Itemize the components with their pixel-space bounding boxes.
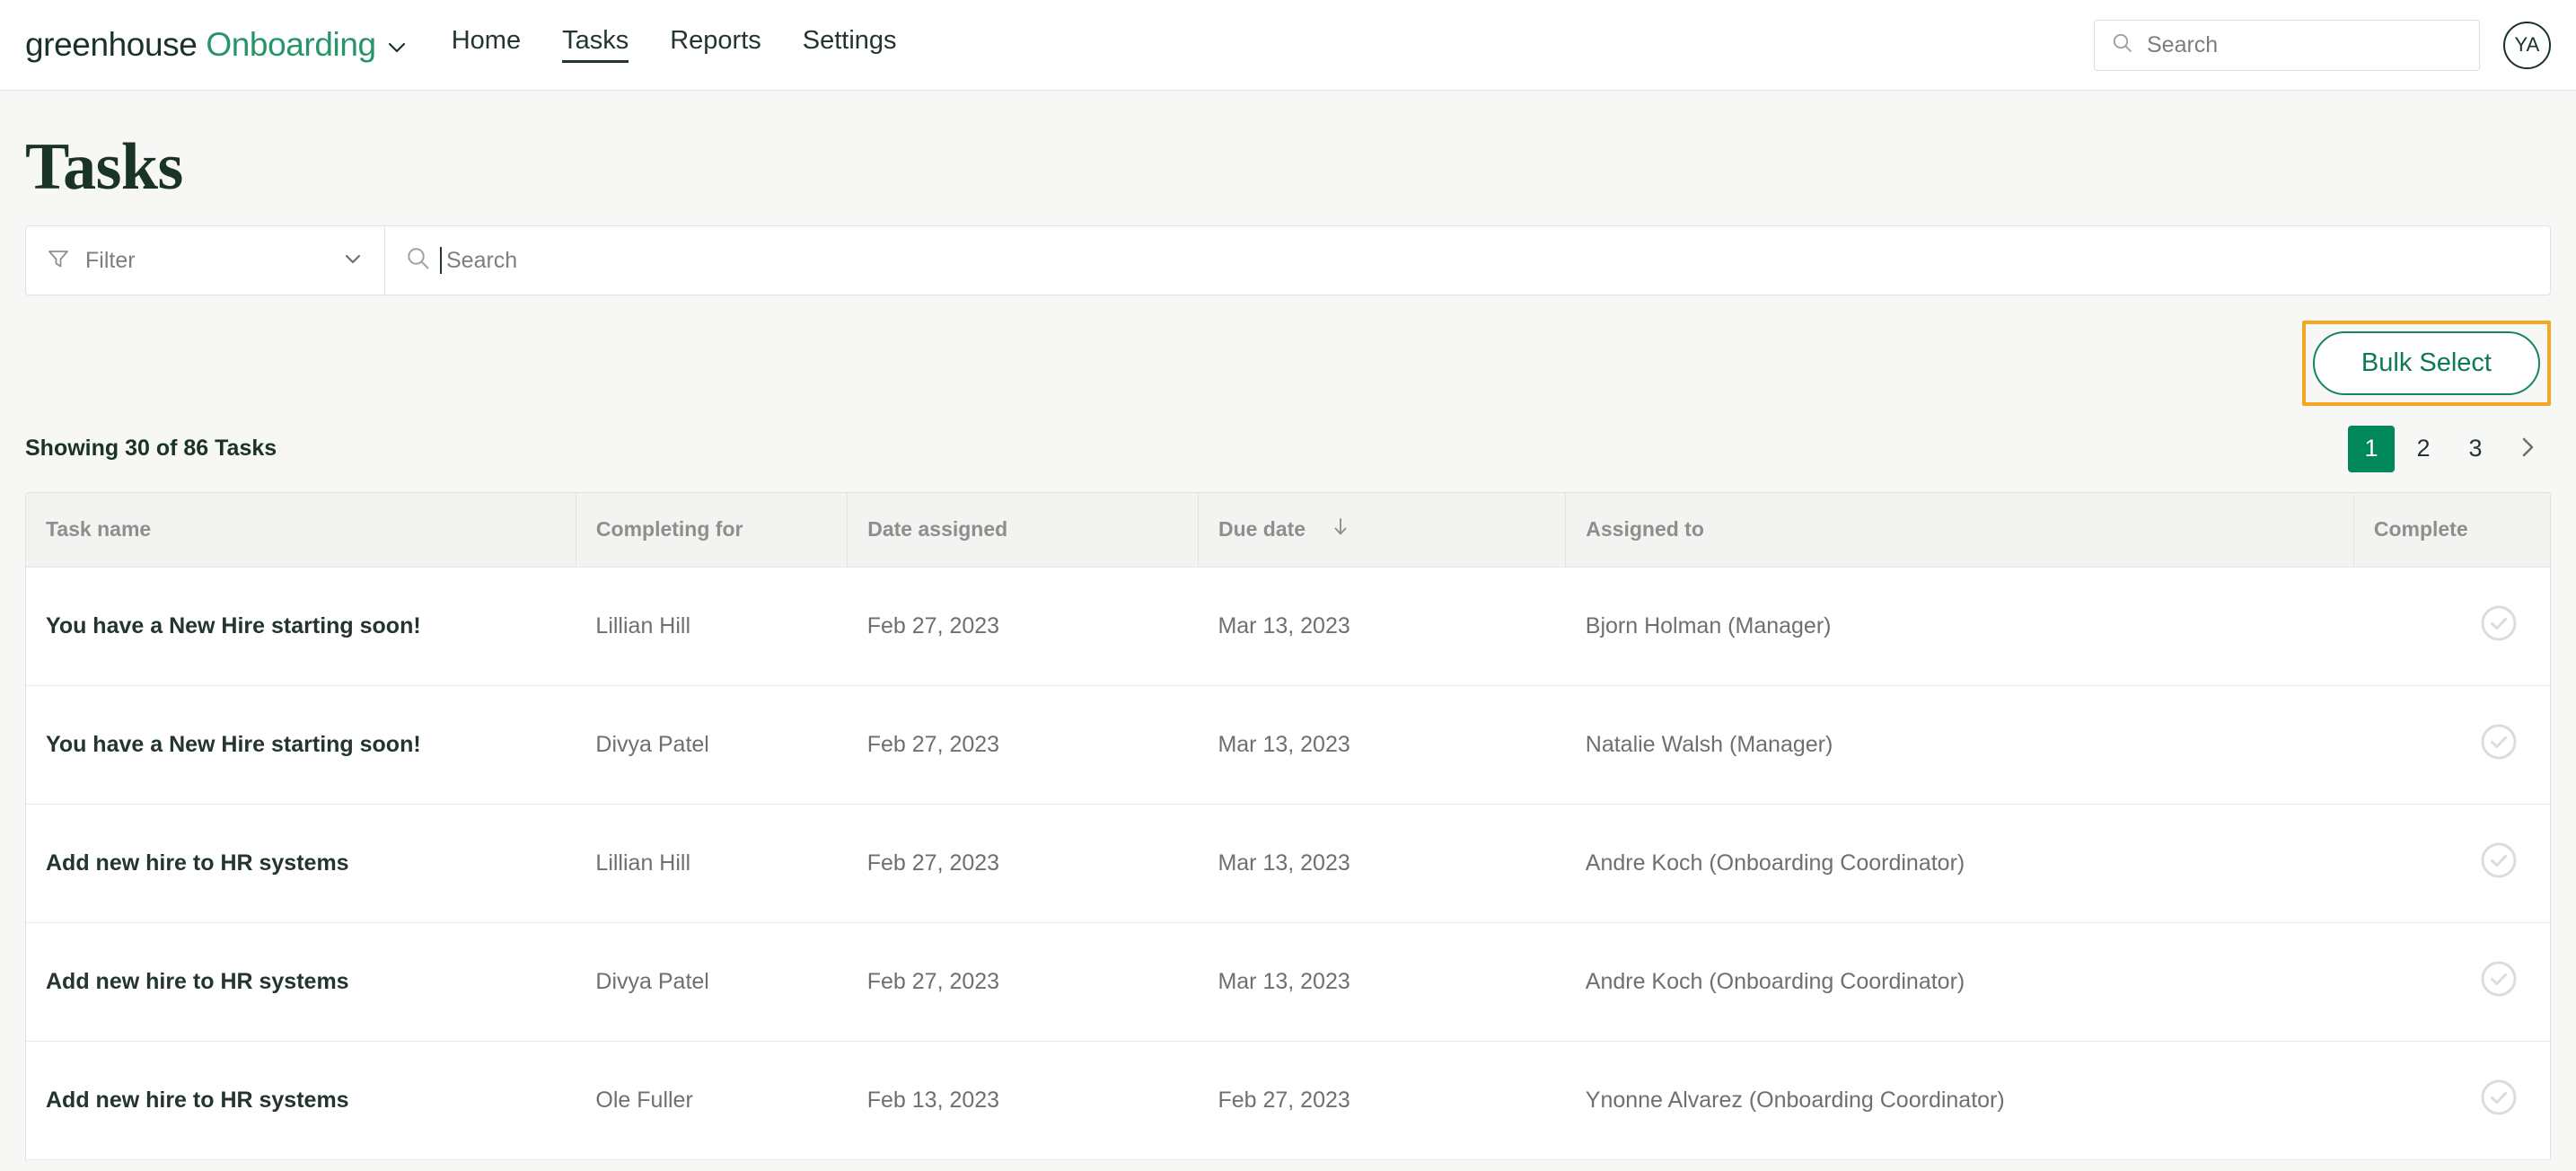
results-count-label: Showing 30 of 86 Tasks	[25, 436, 277, 462]
column-header-assigned-to-label: Assigned to	[1586, 517, 1704, 541]
nav-link-tasks[interactable]: Tasks	[562, 28, 629, 63]
page-title: Tasks	[25, 91, 2551, 225]
cell-task-name: You have a New Hire starting soon!	[26, 685, 576, 804]
cell-completing-for: Divya Patel	[576, 922, 847, 1041]
cell-completing-for: Lillian Hill	[576, 804, 847, 922]
cell-task-name: Add new hire to HR systems	[26, 922, 576, 1041]
nav-link-home[interactable]: Home	[452, 28, 521, 63]
cell-date-assigned: Feb 13, 2023	[848, 1041, 1199, 1159]
chevron-right-icon	[2515, 435, 2540, 462]
pagination: 1 2 3	[2348, 426, 2551, 472]
cell-completing-for: Lillian Hill	[576, 567, 847, 685]
column-header-assigned-to[interactable]: Assigned to	[1566, 493, 2354, 568]
global-search-input[interactable]: Search	[2094, 20, 2480, 71]
cell-completing-for: Ole Fuller	[576, 1041, 847, 1159]
tasks-table-container: Task name Completing for Date assigned D…	[25, 492, 2551, 1160]
task-search-placeholder: Search	[446, 248, 517, 274]
brand-name-accent: Onboarding	[206, 26, 375, 63]
cell-task-name: Add new hire to HR systems	[26, 804, 576, 922]
chevron-down-icon[interactable]	[385, 36, 409, 59]
filter-dropdown[interactable]: Filter	[26, 226, 385, 295]
cell-assigned-to: Ynonne Alvarez (Onboarding Coordinator)	[1566, 1041, 2354, 1159]
cell-complete	[2353, 567, 2550, 685]
filter-icon	[46, 246, 71, 276]
table-row[interactable]: Add new hire to HR systems Ole Fuller Fe…	[26, 1041, 2550, 1159]
table-row[interactable]: You have a New Hire starting soon! Lilli…	[26, 567, 2550, 685]
filter-label: Filter	[85, 248, 327, 274]
table-header-row: Task name Completing for Date assigned D…	[26, 493, 2550, 568]
column-header-task-name-label: Task name	[46, 517, 151, 541]
filter-search-bar: Filter Search	[25, 225, 2551, 295]
nav-right-group: Search YA	[2094, 20, 2551, 71]
check-circle-icon[interactable]	[2480, 960, 2518, 1004]
cell-due-date: Mar 13, 2023	[1198, 804, 1565, 922]
primary-nav: Home Tasks Reports Settings	[452, 0, 897, 90]
task-search-placeholder-text: Search	[446, 248, 517, 273]
search-icon	[2111, 31, 2134, 59]
chevron-down-icon[interactable]	[341, 247, 365, 275]
tasks-table: Task name Completing for Date assigned D…	[26, 493, 2550, 1160]
cell-due-date: Feb 27, 2023	[1198, 1041, 1565, 1159]
cell-date-assigned: Feb 27, 2023	[848, 804, 1199, 922]
pagination-page-2[interactable]: 2	[2400, 426, 2447, 472]
arrow-down-icon	[1331, 516, 1350, 543]
task-search-input[interactable]: Search	[385, 226, 2550, 295]
text-cursor	[440, 247, 442, 274]
column-header-date-assigned-label: Date assigned	[867, 517, 1007, 541]
column-header-due-date-label: Due date	[1218, 517, 1306, 541]
bulk-select-row: Bulk Select	[25, 295, 2551, 406]
avatar-initials: YA	[2514, 33, 2539, 57]
column-header-complete-label: Complete	[2374, 517, 2468, 541]
brand-name-primary: greenhouse	[25, 26, 197, 63]
cell-task-name: Add new hire to HR systems	[26, 1041, 576, 1159]
results-meta-row: Showing 30 of 86 Tasks 1 2 3	[25, 406, 2551, 492]
cell-assigned-to: Bjorn Holman (Manager)	[1566, 567, 2354, 685]
tasks-table-body: You have a New Hire starting soon! Lilli…	[26, 567, 2550, 1159]
nav-link-reports[interactable]: Reports	[670, 28, 761, 63]
bulk-select-button[interactable]: Bulk Select	[2313, 331, 2540, 395]
page-body: Tasks Filter	[0, 91, 2576, 1160]
column-header-complete: Complete	[2353, 493, 2550, 568]
nav-link-settings[interactable]: Settings	[803, 28, 897, 63]
brand-logo-dropdown[interactable]: greenhouse Onboarding	[25, 26, 409, 64]
cell-complete	[2353, 1041, 2550, 1159]
cell-assigned-to: Andre Koch (Onboarding Coordinator)	[1566, 922, 2354, 1041]
cell-assigned-to: Natalie Walsh (Manager)	[1566, 685, 2354, 804]
check-circle-icon[interactable]	[2480, 604, 2518, 648]
global-search-placeholder: Search	[2147, 32, 2218, 58]
pagination-page-1[interactable]: 1	[2348, 426, 2395, 472]
pagination-page-3[interactable]: 3	[2452, 426, 2499, 472]
cell-complete	[2353, 685, 2550, 804]
top-navigation-bar: greenhouse Onboarding Home Tasks Reports…	[0, 0, 2576, 91]
table-row[interactable]: Add new hire to HR systems Divya Patel F…	[26, 922, 2550, 1041]
check-circle-icon[interactable]	[2480, 723, 2518, 767]
cell-assigned-to: Andre Koch (Onboarding Coordinator)	[1566, 804, 2354, 922]
check-circle-icon[interactable]	[2480, 1079, 2518, 1123]
column-header-task-name[interactable]: Task name	[26, 493, 576, 568]
check-circle-icon[interactable]	[2480, 841, 2518, 885]
column-header-date-assigned[interactable]: Date assigned	[848, 493, 1199, 568]
cell-date-assigned: Feb 27, 2023	[848, 922, 1199, 1041]
table-row[interactable]: Add new hire to HR systems Lillian Hill …	[26, 804, 2550, 922]
cell-complete	[2353, 922, 2550, 1041]
column-header-completing-for[interactable]: Completing for	[576, 493, 847, 568]
bulk-select-highlight-annotation: Bulk Select	[2302, 321, 2551, 406]
tasks-table-head: Task name Completing for Date assigned D…	[26, 493, 2550, 568]
cell-date-assigned: Feb 27, 2023	[848, 567, 1199, 685]
cell-due-date: Mar 13, 2023	[1198, 567, 1565, 685]
avatar[interactable]: YA	[2503, 22, 2551, 69]
search-icon	[405, 245, 432, 277]
cell-complete	[2353, 804, 2550, 922]
cell-completing-for: Divya Patel	[576, 685, 847, 804]
cell-due-date: Mar 13, 2023	[1198, 922, 1565, 1041]
table-row[interactable]: You have a New Hire starting soon! Divya…	[26, 685, 2550, 804]
brand-text: greenhouse Onboarding	[25, 26, 376, 64]
column-header-due-date[interactable]: Due date	[1198, 493, 1565, 568]
cell-date-assigned: Feb 27, 2023	[848, 685, 1199, 804]
column-header-completing-for-label: Completing for	[596, 517, 743, 541]
cell-task-name: You have a New Hire starting soon!	[26, 567, 576, 685]
pagination-next-button[interactable]	[2504, 426, 2551, 472]
cell-due-date: Mar 13, 2023	[1198, 685, 1565, 804]
